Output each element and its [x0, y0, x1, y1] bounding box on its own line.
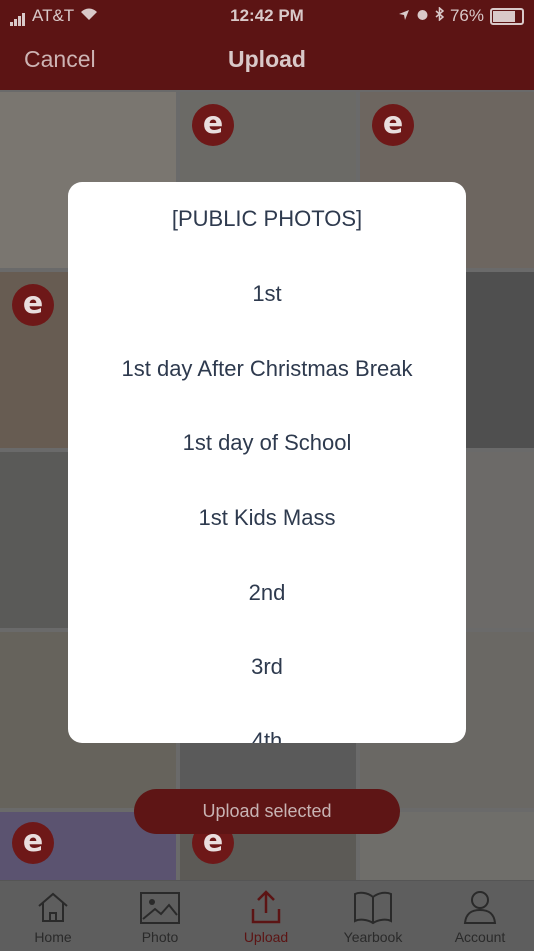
album-option[interactable]: 4th — [68, 728, 466, 743]
tab-yearbook[interactable]: Yearbook — [328, 889, 418, 945]
tab-upload[interactable]: Upload — [221, 889, 311, 945]
e-badge-icon: e — [372, 104, 414, 146]
tab-label: Yearbook — [343, 929, 403, 945]
upload-icon — [251, 890, 281, 924]
album-option[interactable]: 1st — [68, 281, 466, 307]
bluetooth-icon — [435, 6, 445, 26]
alarm-icon — [416, 6, 429, 26]
album-option[interactable]: [PUBLIC PHOTOS] — [68, 206, 466, 232]
battery-icon — [490, 7, 524, 25]
photo-icon — [140, 892, 180, 924]
tab-photo[interactable]: Photo — [115, 889, 205, 945]
album-option[interactable]: 1st day of School — [68, 430, 466, 456]
home-icon — [38, 892, 68, 922]
person-icon — [463, 891, 497, 924]
upload-selected-button[interactable]: Upload selected — [134, 789, 400, 834]
nav-bar: Cancel Upload — [0, 32, 534, 90]
battery-percent: 76% — [449, 6, 484, 25]
album-option[interactable]: 1st Kids Mass — [68, 505, 466, 531]
tab-label: Account — [454, 929, 506, 945]
album-picker-modal: [PUBLIC PHOTOS] 1st 1st day After Christ… — [68, 182, 466, 743]
tab-label: Photo — [141, 929, 179, 945]
tab-label: Home — [34, 929, 72, 945]
page-title: Upload — [228, 46, 306, 72]
tab-home[interactable]: Home — [8, 889, 98, 945]
album-option[interactable]: 2nd — [68, 580, 466, 606]
status-bar: AT&T 12:42 PM 76% — [0, 0, 534, 32]
tab-label: Upload — [243, 929, 289, 945]
e-badge-icon: e — [12, 284, 54, 326]
location-icon — [398, 6, 410, 26]
album-option[interactable]: 1st day After Christmas Break — [68, 356, 466, 382]
album-option[interactable]: 3rd — [68, 654, 466, 680]
tab-account[interactable]: Account — [435, 889, 525, 945]
tab-bar: Home Photo Upload Yearbook Account — [0, 880, 534, 951]
status-right: 76% — [398, 6, 524, 26]
e-badge-icon: e — [192, 104, 234, 146]
e-badge-icon: e — [12, 822, 54, 864]
book-icon — [354, 891, 392, 925]
